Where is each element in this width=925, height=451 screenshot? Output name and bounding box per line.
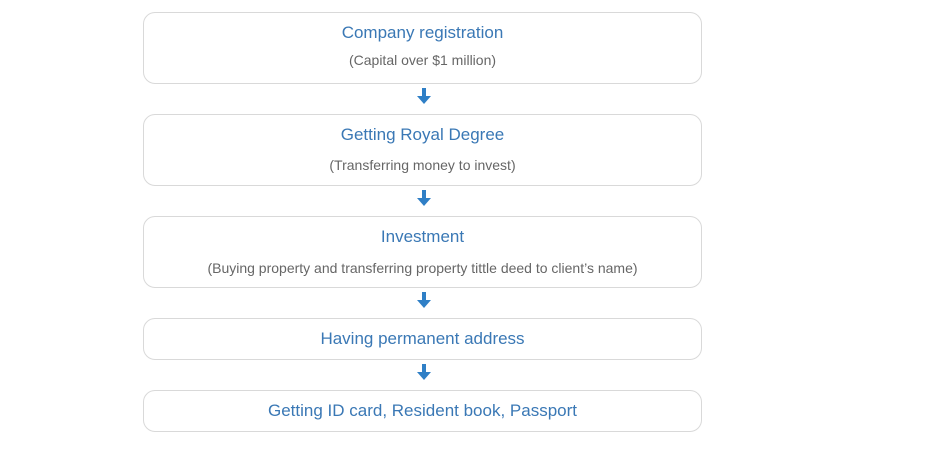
down-arrow-icon [417,190,431,206]
step-title: Getting ID card, Resident book, Passport [268,401,577,420]
step-company-registration: Company registration (Capital over $1 mi… [143,12,702,84]
step-title: Company registration [341,23,504,42]
down-arrow-icon [417,88,431,104]
step-title: Getting Royal Degree [340,125,505,144]
step-subtitle: (Transferring money to invest) [329,157,516,173]
step-id-card: Getting ID card, Resident book, Passport [143,390,702,432]
step-permanent-address: Having permanent address [143,318,702,360]
step-title: Investment [380,227,465,246]
step-subtitle: (Buying property and transferring proper… [207,260,638,276]
step-royal-degree: Getting Royal Degree (Transferring money… [143,114,702,186]
step-investment: Investment (Buying property and transfer… [143,216,702,288]
down-arrow-icon [417,364,431,380]
step-subtitle: (Capital over $1 million) [348,52,497,68]
step-title: Having permanent address [320,329,525,348]
down-arrow-icon [417,292,431,308]
